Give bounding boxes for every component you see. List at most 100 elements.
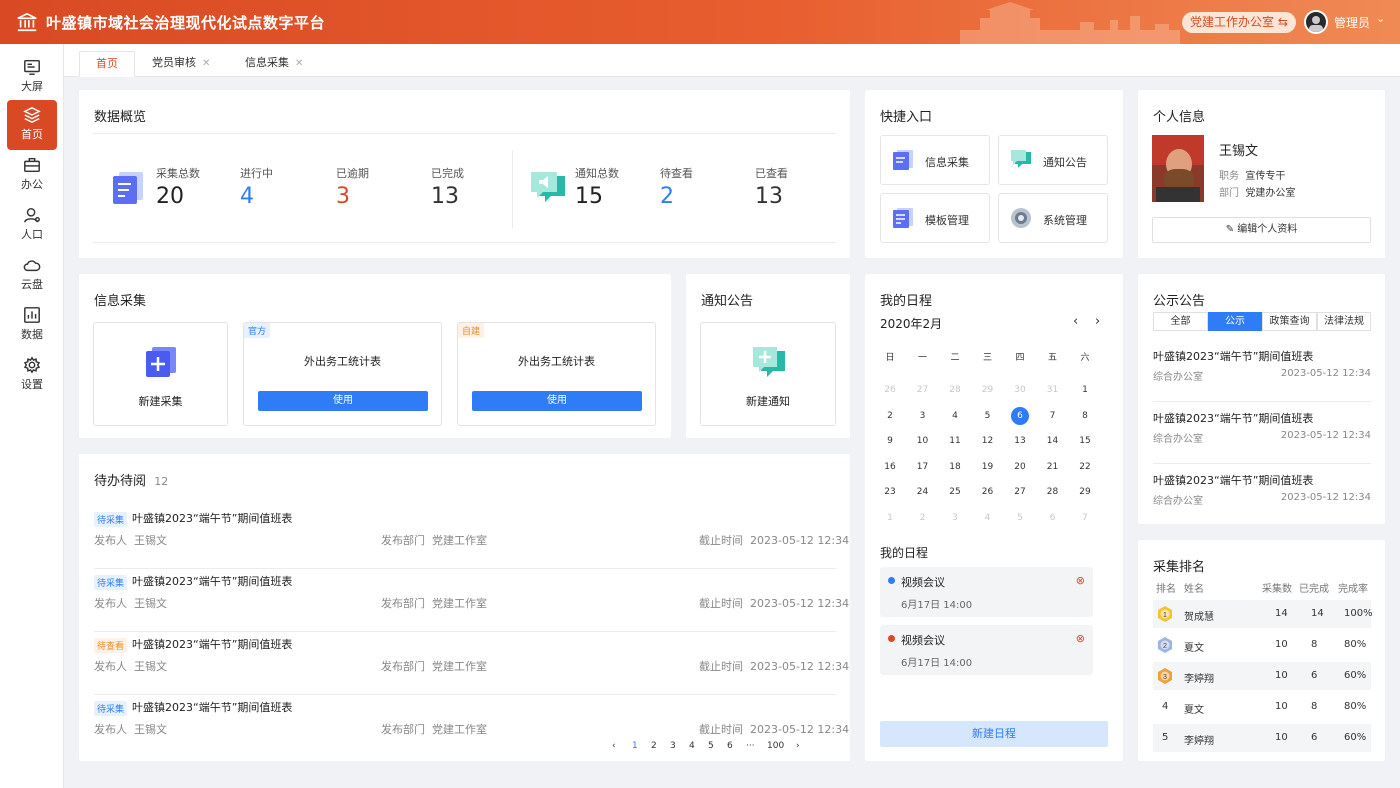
pager-next-icon[interactable]: › [796,741,800,751]
calendar-day[interactable]: 31 [1043,381,1063,399]
new-collect-tile[interactable]: 新建采集 [93,322,228,426]
pager-page[interactable]: 1 [632,741,638,751]
chevron-down-icon[interactable]: ⌄ [1376,12,1385,25]
sidebar-item-screen[interactable]: 大屏 [7,52,57,102]
tab-law[interactable]: 法律法规 [1317,312,1371,331]
calendar-prev-icon[interactable]: ‹ [1073,314,1078,329]
sidebar-item-data[interactable]: 数据 [7,300,57,350]
quick-template-button[interactable]: 模板管理 [880,193,990,243]
calendar-day[interactable]: 28 [1043,483,1063,501]
calendar-day[interactable]: 26 [880,381,900,399]
template-tile[interactable]: 自建 外出务工统计表 使用 [457,322,656,426]
sidebar-item-population[interactable]: 人口 [7,200,57,250]
calendar-day[interactable]: 7 [1043,407,1063,425]
calendar-day[interactable]: 1 [880,509,900,527]
notice-item[interactable]: 叶盛镇2023“端午节”期间值班表 综合办公室 2023-05-12 12:34 [1153,468,1371,526]
sidebar-item-office[interactable]: 办公 [7,150,57,200]
pager-prev-icon[interactable]: ‹ [612,741,616,751]
pager-page[interactable]: 6 [727,741,733,751]
quick-notice-button[interactable]: 通知公告 [998,135,1108,185]
calendar-day[interactable]: 27 [1010,483,1030,501]
calendar-day[interactable]: 5 [978,407,998,425]
todo-item[interactable]: 待采集 叶盛镇2023“端午节”期间值班表 发布人 王锡文 发布部门 党建工作室 截止时… [94,506,849,569]
todo-item[interactable]: 待查看 叶盛镇2023“端午节”期间值班表 发布人 王锡文 发布部门 党建工作室 截止时… [94,632,849,695]
calendar-day[interactable]: 25 [945,483,965,501]
todo-item[interactable]: 待采集 叶盛镇2023“端午节”期间值班表 发布人 王锡文 发布部门 党建工作室 截止时… [94,569,849,632]
tab-home[interactable]: 首页 [79,51,135,77]
calendar-day[interactable]: 3 [913,407,933,425]
new-notice-tile[interactable]: 新建通知 [700,322,836,426]
close-circle-icon[interactable]: ⊗ [1076,574,1085,587]
calendar-day[interactable]: 20 [1010,458,1030,476]
calendar-day[interactable]: 18 [945,458,965,476]
calendar-day[interactable]: 16 [880,458,900,476]
bronze-medal-icon: 3 [1158,668,1172,684]
calendar-day[interactable]: 14 [1043,432,1063,450]
edit-profile-button[interactable]: ✎ 编辑个人资料 [1152,217,1371,243]
avatar[interactable] [1304,10,1328,34]
pager-page[interactable]: 5 [708,741,714,751]
new-schedule-button[interactable]: 新建日程 [880,721,1108,747]
close-icon[interactable]: ✕ [202,58,210,69]
tab-all[interactable]: 全部 [1153,312,1208,331]
pager-page[interactable]: 100 [767,741,784,751]
tab-policy[interactable]: 政策查询 [1262,312,1317,331]
calendar-day[interactable]: 9 [880,432,900,450]
tab-info-collect[interactable]: 信息采集 ✕ [245,51,303,77]
sidebar-item-cloud[interactable]: 云盘 [7,250,57,300]
sidebar-item-home[interactable]: 首页 [7,100,57,150]
calendar-day[interactable]: 15 [1075,432,1095,450]
calendar-next-icon[interactable]: › [1095,314,1100,329]
calendar-day[interactable]: 12 [978,432,998,450]
calendar-day[interactable]: 29 [1075,483,1095,501]
calendar-day[interactable]: 21 [1043,458,1063,476]
calendar-day[interactable]: 2 [880,407,900,425]
close-icon[interactable]: ✕ [295,58,303,69]
calendar-day[interactable]: 22 [1075,458,1095,476]
calendar-day[interactable]: 3 [945,509,965,527]
template-tile[interactable]: 官方 外出务工统计表 使用 [243,322,442,426]
use-button[interactable]: 使用 [472,391,642,411]
quick-system-button[interactable]: 系统管理 [998,193,1108,243]
pager-page[interactable]: 4 [689,741,695,751]
use-button[interactable]: 使用 [258,391,428,411]
calendar-day[interactable]: 11 [945,432,965,450]
calendar-day[interactable]: 4 [945,407,965,425]
calendar-day[interactable]: 24 [913,483,933,501]
notice-item[interactable]: 叶盛镇2023“端午节”期间值班表 综合办公室 2023-05-12 12:34 [1153,344,1371,402]
calendar-day[interactable]: 7 [1075,509,1095,527]
calendar-day[interactable]: 27 [913,381,933,399]
calendar-day[interactable]: 23 [880,483,900,501]
todo-card: 待办待阅 12 待采集 叶盛镇2023“端午节”期间值班表 发布人 王锡文 发布部门 … [79,454,850,761]
office-switch-button[interactable]: 党建工作办公室 ⇆ [1182,12,1296,33]
calendar-day[interactable]: 19 [978,458,998,476]
admin-name[interactable]: 管理员 [1334,14,1370,31]
calendar-day[interactable]: 4 [978,509,998,527]
sidebar-item-settings[interactable]: 设置 [7,350,57,400]
schedule-item[interactable]: 视频会议 6月17日 14:00 ⊗ [880,567,1093,617]
calendar-day[interactable]: 6 [1043,509,1063,527]
calendar-day[interactable]: 1 [1075,381,1095,399]
notice-item[interactable]: 叶盛镇2023“端午节”期间值班表 综合办公室 2023-05-12 12:34 [1153,406,1371,464]
rank-done: 6 [1311,670,1318,681]
dept-value: 党建工作室 [432,723,487,736]
calendar-day[interactable]: 8 [1075,407,1095,425]
close-circle-icon[interactable]: ⊗ [1076,632,1085,645]
calendar-day[interactable]: 2 [913,509,933,527]
calendar-day[interactable]: 28 [945,381,965,399]
quick-info-collect-button[interactable]: 信息采集 [880,135,990,185]
calendar-day[interactable]: 10 [913,432,933,450]
pager-page[interactable]: 3 [670,741,676,751]
pager-page[interactable]: 2 [651,741,657,751]
tab-public[interactable]: 公示 [1208,312,1262,331]
pager-page[interactable]: ··· [746,741,755,751]
tab-member-review[interactable]: 党员审核 ✕ [152,51,210,77]
calendar-day[interactable]: 30 [1010,381,1030,399]
calendar-day[interactable]: 6 [1011,406,1029,425]
calendar-day[interactable]: 5 [1010,509,1030,527]
calendar-day[interactable]: 13 [1010,432,1030,450]
calendar-day[interactable]: 26 [978,483,998,501]
schedule-item[interactable]: 视频会议 6月17日 14:00 ⊗ [880,625,1093,675]
calendar-day[interactable]: 17 [913,458,933,476]
calendar-day[interactable]: 29 [978,381,998,399]
